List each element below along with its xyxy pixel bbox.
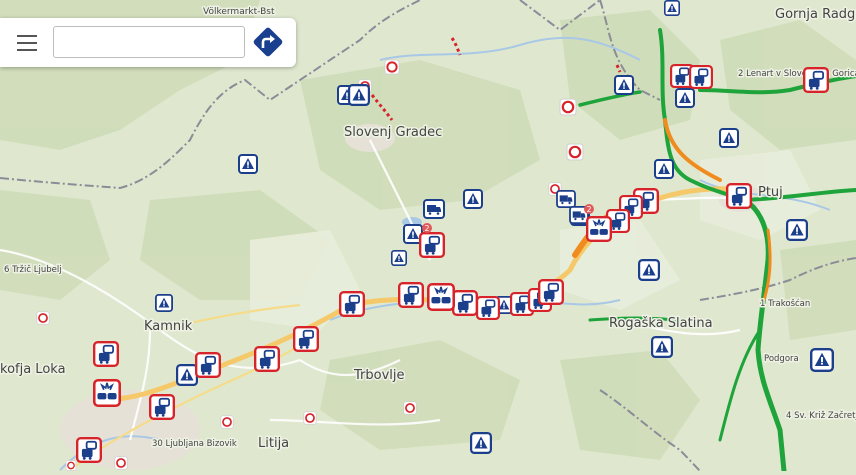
- traffic-jam-icon[interactable]: [93, 341, 119, 367]
- road-closed-icon[interactable]: [36, 311, 50, 325]
- svg-text:2: 2: [586, 205, 591, 214]
- truck-icon[interactable]: [423, 199, 445, 219]
- traffic-jam-icon[interactable]: [538, 279, 564, 305]
- search-panel: [0, 18, 296, 67]
- warning-triangle-icon[interactable]: [155, 294, 173, 312]
- place-label-ljubljana-bizovik: 30 Ljubljana Bizovik: [152, 439, 237, 449]
- warning-triangle-icon[interactable]: [654, 159, 674, 179]
- place-label-podgora: Podgora: [764, 354, 799, 364]
- warning-triangle-icon[interactable]: [176, 364, 198, 386]
- place-label-skofja-loka: kofja Loka: [0, 362, 66, 377]
- road-closed-icon[interactable]: [566, 143, 584, 161]
- place-label-rogaska-slatina: Rogaška Slatina: [609, 316, 713, 331]
- road-closed-icon[interactable]: [303, 411, 317, 425]
- place-label-kamnik: Kamnik: [144, 319, 193, 334]
- cluster-badge-a[interactable]: 2: [422, 223, 432, 233]
- warning-triangle-icon[interactable]: [470, 432, 492, 454]
- place-label-litija: Litija: [258, 436, 289, 451]
- accident-icon[interactable]: [427, 283, 455, 311]
- warning-triangle-icon[interactable]: [463, 189, 483, 209]
- traffic-jam-icon[interactable]: [398, 282, 424, 308]
- hamburger-menu-icon[interactable]: [14, 31, 40, 55]
- place-label-ptuj: Ptuj: [758, 185, 783, 200]
- place-label-gornja-radgona: Gornja Radgo: [775, 7, 856, 22]
- traffic-jam-icon[interactable]: [803, 67, 829, 93]
- warning-triangle-icon[interactable]: [348, 84, 370, 106]
- warning-triangle-icon[interactable]: [675, 88, 695, 108]
- warning-triangle-icon[interactable]: [638, 259, 660, 281]
- road-closed-icon[interactable]: [220, 415, 234, 429]
- accident-icon[interactable]: [586, 216, 612, 242]
- place-label-trakoscan: 1 Trakošćan: [760, 298, 810, 309]
- warning-triangle-icon[interactable]: [614, 75, 634, 95]
- route-directions-button[interactable]: [250, 24, 286, 60]
- place-label-sv-kriz: 4 Sv. Križ Začretje: [786, 410, 856, 421]
- place-label-voelkermarkt: Völkermarkt-Bst: [203, 7, 275, 17]
- road-closed-icon[interactable]: [384, 59, 400, 75]
- warning-triangle-icon[interactable]: [810, 348, 834, 372]
- traffic-jam-icon[interactable]: [726, 183, 752, 209]
- warning-triangle-icon[interactable]: [391, 250, 407, 266]
- traffic-jam-icon[interactable]: [149, 394, 175, 420]
- truck-icon[interactable]: [556, 190, 576, 208]
- road-closed-icon[interactable]: [559, 98, 577, 116]
- place-label-slovenj-gradec: Slovenj Gradec: [344, 125, 442, 140]
- traffic-jam-icon[interactable]: [76, 437, 102, 463]
- search-input[interactable]: [53, 26, 245, 58]
- traffic-jam-icon[interactable]: [254, 346, 280, 372]
- road-closed-icon[interactable]: [403, 401, 417, 415]
- place-label-trzic: 6 Tržič Ljubelj: [4, 264, 62, 275]
- traffic-jam-icon[interactable]: [476, 296, 500, 320]
- svg-text:2: 2: [424, 224, 429, 233]
- traffic-jam-icon[interactable]: [293, 326, 319, 352]
- warning-triangle-icon[interactable]: [719, 128, 739, 148]
- road-closed-icon[interactable]: [65, 460, 77, 471]
- cluster-badge-b[interactable]: 2: [584, 204, 594, 214]
- warning-triangle-icon[interactable]: [651, 336, 673, 358]
- road-closed-icon[interactable]: [114, 456, 128, 470]
- route-directions-icon: [253, 27, 283, 57]
- traffic-jam-icon[interactable]: [689, 65, 713, 89]
- accident-icon[interactable]: [93, 379, 121, 407]
- traffic-jam-icon[interactable]: [419, 232, 445, 258]
- place-label-trbovlje: Trbovlje: [353, 368, 405, 383]
- traffic-map[interactable]: Völkermarkt-Bst Gornja Radgo 2 Lenart v …: [0, 0, 856, 474]
- warning-triangle-icon[interactable]: [238, 154, 258, 174]
- traffic-jam-icon[interactable]: [339, 291, 365, 317]
- traffic-jam-icon[interactable]: [195, 352, 221, 378]
- place-label-lenart: 2 Lenart v Slovenskih Goricah: [738, 69, 856, 79]
- warning-triangle-icon[interactable]: [663, 0, 681, 16]
- traffic-jam-icon[interactable]: [452, 290, 478, 316]
- warning-triangle-icon[interactable]: [786, 219, 808, 241]
